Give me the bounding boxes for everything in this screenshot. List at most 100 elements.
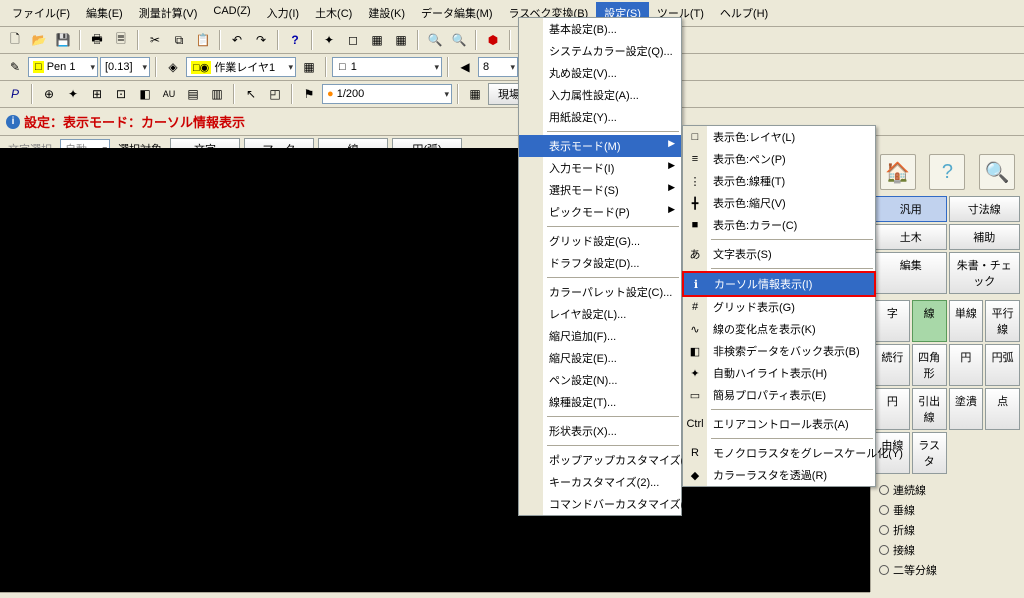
submenu-item[interactable]: Rモノクロラスタをグレースケール化(Y): [683, 442, 875, 464]
tool-icon[interactable]: ✦: [318, 29, 340, 51]
tool-icon[interactable]: ✦: [62, 83, 84, 105]
preview-icon[interactable]: 🗏: [110, 29, 132, 51]
menu-item[interactable]: 線種設定(T)...: [519, 391, 681, 413]
grid-button[interactable]: 円: [949, 344, 984, 386]
menu-item[interactable]: 縮尺設定(E)...: [519, 347, 681, 369]
grid-button[interactable]: ラスタ: [912, 432, 947, 474]
grid-button[interactable]: 円: [875, 388, 910, 430]
menu-item[interactable]: ピックモード(P): [519, 201, 681, 223]
layer-icon[interactable]: ◈: [162, 56, 184, 78]
p-icon[interactable]: P: [4, 83, 26, 105]
panel-button[interactable]: 補助: [949, 224, 1021, 250]
home-icon[interactable]: 🏠: [880, 154, 916, 190]
menu-item[interactable]: 縮尺追加(F)...: [519, 325, 681, 347]
radio-item[interactable]: 連続線: [879, 482, 1016, 498]
submenu-item[interactable]: ✦自動ハイライト表示(H): [683, 362, 875, 384]
combo-2[interactable]: 8: [478, 57, 518, 77]
submenu-item[interactable]: ∿線の変化点を表示(K): [683, 318, 875, 340]
grid-button[interactable]: 平行線: [985, 300, 1020, 342]
menubar-item[interactable]: CAD(Z): [205, 2, 258, 24]
zoom-icon[interactable]: 🔍: [979, 154, 1015, 190]
tool-icon[interactable]: ▥: [206, 83, 228, 105]
panel-button[interactable]: 朱書・チェック: [949, 252, 1021, 294]
menubar-item[interactable]: ファイル(F): [4, 2, 78, 24]
menu-item[interactable]: ペン設定(N)...: [519, 369, 681, 391]
zoom-icon[interactable]: 🔍: [448, 29, 470, 51]
submenu-item[interactable]: Ctrlエリアコントロール表示(A): [683, 413, 875, 435]
panel-button[interactable]: 汎用: [875, 196, 947, 222]
panel-button[interactable]: 編集: [875, 252, 947, 294]
tool-icon[interactable]: ▦: [366, 29, 388, 51]
tool-icon[interactable]: ◻: [342, 29, 364, 51]
panel-button[interactable]: 寸法線: [949, 196, 1021, 222]
grid-button[interactable]: 単線: [949, 300, 984, 342]
pen-icon[interactable]: ✎: [4, 56, 26, 78]
grid-button[interactable]: 字: [875, 300, 910, 342]
menu-item[interactable]: キーカスタマイズ(2)...: [519, 471, 681, 493]
panel-button[interactable]: 土木: [875, 224, 947, 250]
tool-icon[interactable]: ▤: [182, 83, 204, 105]
submenu-item[interactable]: ⋮表示色:線種(T): [683, 170, 875, 192]
menu-item[interactable]: 丸め設定(V)...: [519, 62, 681, 84]
flag-icon[interactable]: ⚑: [298, 83, 320, 105]
menubar-item[interactable]: 土木(C): [307, 2, 360, 24]
tool-icon[interactable]: ◧: [134, 83, 156, 105]
scale-combo[interactable]: ● 1/200: [322, 84, 452, 104]
layer-tool-icon[interactable]: ▦: [298, 56, 320, 78]
open-icon[interactable]: 📂: [28, 29, 50, 51]
print-icon[interactable]: 🖶: [86, 29, 108, 51]
menu-item[interactable]: 選択モード(S): [519, 179, 681, 201]
redo-icon[interactable]: ↷: [250, 29, 272, 51]
menu-item[interactable]: 形状表示(X)...: [519, 420, 681, 442]
combo-1[interactable]: □ 1: [332, 57, 442, 77]
tool-icon[interactable]: ⊕: [38, 83, 60, 105]
radio-item[interactable]: 接線: [879, 542, 1016, 558]
menubar-item[interactable]: 建設(K): [360, 2, 413, 24]
menu-item[interactable]: 入力属性設定(A)...: [519, 84, 681, 106]
menubar-item[interactable]: 測量計算(V): [131, 2, 206, 24]
submenu-item[interactable]: ℹカーソル情報表示(I): [682, 271, 876, 297]
submenu-item[interactable]: ■表示色:カラー(C): [683, 214, 875, 236]
menubar-item[interactable]: データ編集(M): [413, 2, 501, 24]
menubar-item[interactable]: ヘルプ(H): [712, 2, 776, 24]
menubar-item[interactable]: 入力(I): [259, 2, 307, 24]
pen-size-combo[interactable]: [0.13]: [100, 57, 150, 77]
tool-icon[interactable]: ⊡: [110, 83, 132, 105]
submenu-item[interactable]: ≡表示色:ペン(P): [683, 148, 875, 170]
undo-icon[interactable]: ↶: [226, 29, 248, 51]
cut-icon[interactable]: ✂: [144, 29, 166, 51]
menu-item[interactable]: システムカラー設定(Q)...: [519, 40, 681, 62]
menu-item[interactable]: 表示モード(M): [519, 135, 681, 157]
paste-icon[interactable]: 📋: [192, 29, 214, 51]
layer-combo[interactable]: □◉ 作業レイヤ1: [186, 57, 296, 77]
new-icon[interactable]: 🗋: [4, 29, 26, 51]
zoom-icon[interactable]: 🔍: [424, 29, 446, 51]
copy-icon[interactable]: ⧉: [168, 29, 190, 51]
grid-button[interactable]: 線: [912, 300, 947, 342]
submenu-item[interactable]: ◆カラーラスタを透過(R): [683, 464, 875, 486]
radio-item[interactable]: 垂線: [879, 502, 1016, 518]
cursor-icon[interactable]: ↖: [240, 83, 262, 105]
submenu-item[interactable]: #グリッド表示(G): [683, 296, 875, 318]
save-icon[interactable]: 💾: [52, 29, 74, 51]
tool-icon[interactable]: ◰: [264, 83, 286, 105]
submenu-item[interactable]: ╋表示色:縮尺(V): [683, 192, 875, 214]
menu-item[interactable]: コマンドバーカスタマイズ(3)...: [519, 493, 681, 515]
help-icon[interactable]: ?: [929, 154, 965, 190]
submenu-item[interactable]: あ文字表示(S): [683, 243, 875, 265]
grid-button[interactable]: 四角形: [912, 344, 947, 386]
au-icon[interactable]: AU: [158, 83, 180, 105]
pen-combo[interactable]: □ Pen 1: [28, 57, 98, 77]
tool-icon[interactable]: ▦: [390, 29, 412, 51]
menu-item[interactable]: カラーパレット設定(C)...: [519, 281, 681, 303]
tool-icon[interactable]: ⊞: [86, 83, 108, 105]
menu-item[interactable]: グリッド設定(G)...: [519, 230, 681, 252]
tool-icon[interactable]: ▦: [464, 83, 486, 105]
arrow-left-icon[interactable]: ◀: [454, 56, 476, 78]
grid-button[interactable]: 円弧: [985, 344, 1020, 386]
help-icon[interactable]: ?: [284, 29, 306, 51]
radio-item[interactable]: 二等分線: [879, 562, 1016, 578]
submenu-item[interactable]: ◧非検索データをバック表示(B): [683, 340, 875, 362]
menu-item[interactable]: レイヤ設定(L)...: [519, 303, 681, 325]
grid-button[interactable]: 引出線: [912, 388, 947, 430]
